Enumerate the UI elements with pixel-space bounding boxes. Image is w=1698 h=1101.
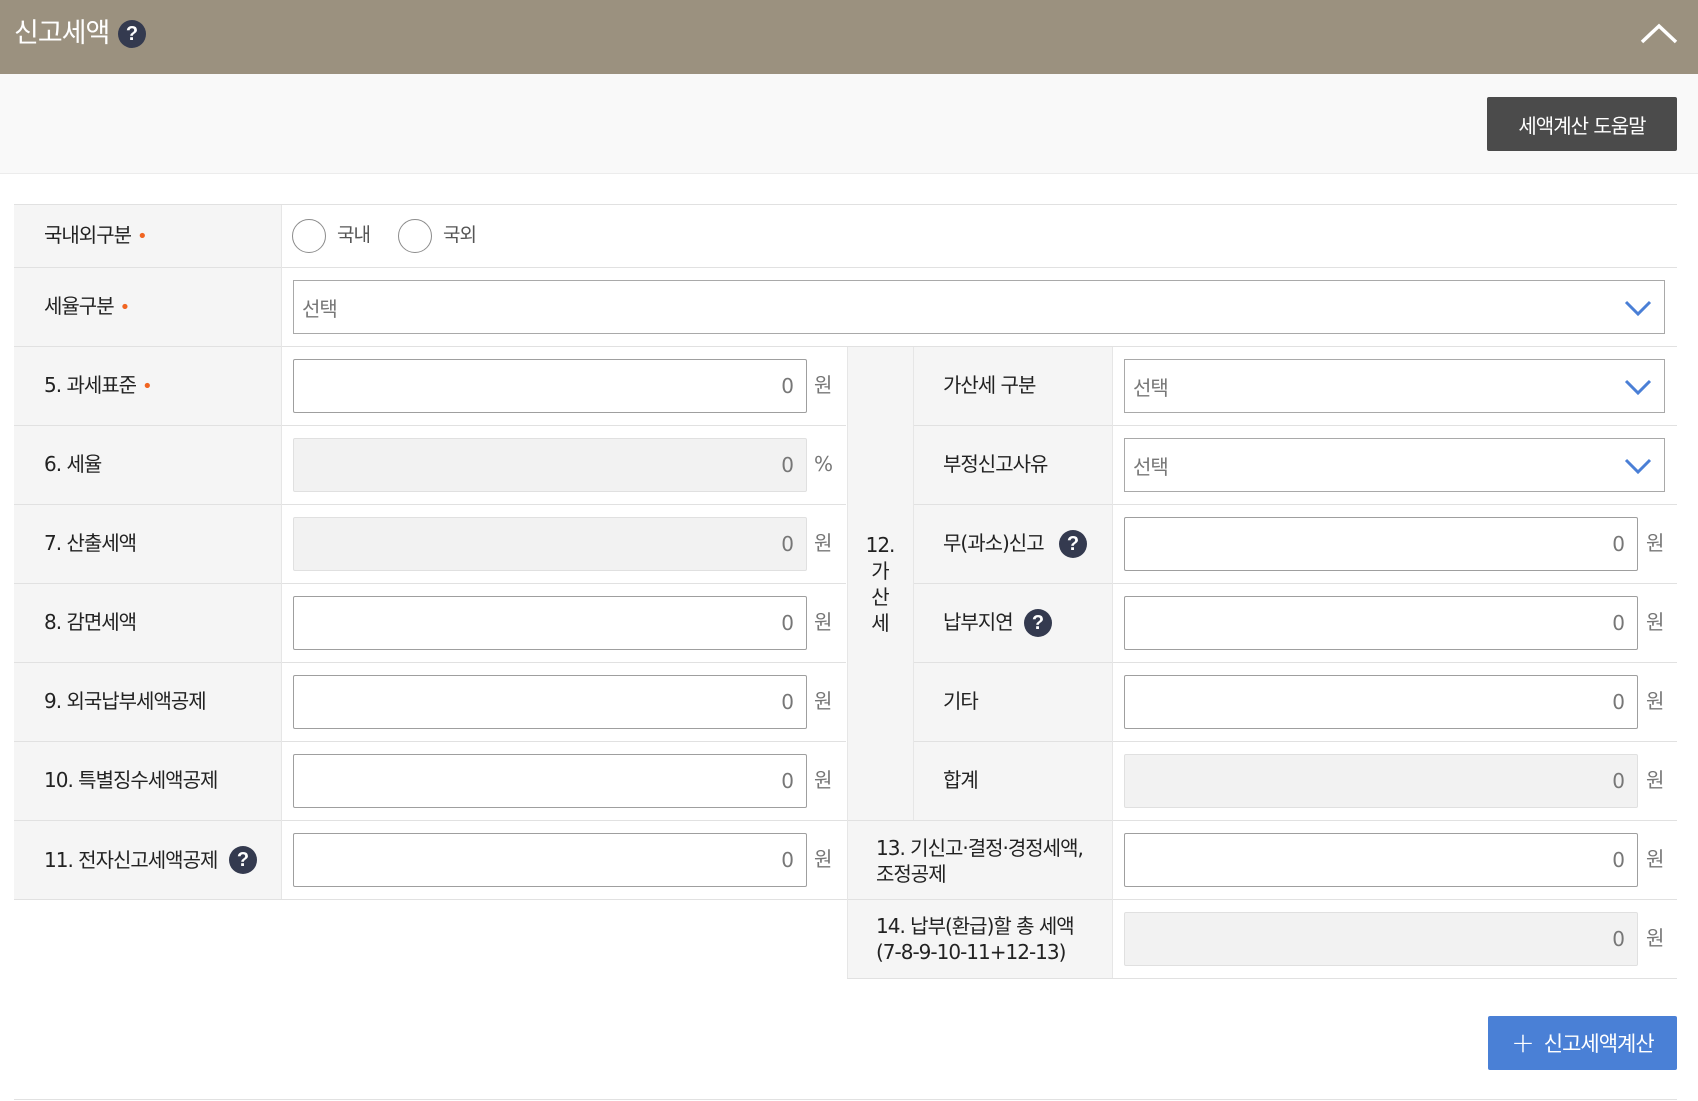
- row13-label: 13. 기신고·결정·경정세액, 조정공제: [876, 835, 1084, 887]
- penalty-group-label-line: 가: [871, 559, 889, 583]
- row8-label: 8. 감면세액: [44, 610, 137, 634]
- column-divider: [913, 347, 914, 820]
- row-divider: [847, 978, 1677, 979]
- prior-tax-input[interactable]: 0: [1124, 833, 1638, 887]
- other-penalty-label: 기타: [943, 689, 979, 713]
- row14-label-line1: 14. 납부(환급)할 총 세액: [876, 914, 1075, 938]
- calculate-tax-button[interactable]: + 신고세액계산: [1488, 1016, 1677, 1070]
- column-divider: [281, 205, 282, 899]
- radio-domestic-label[interactable]: 국내: [337, 222, 371, 248]
- row-divider: [14, 741, 846, 742]
- under-report-label: 무(과소)신고: [943, 531, 1045, 555]
- tax-rate-type-select[interactable]: 선택: [293, 280, 1665, 334]
- row-divider: [14, 899, 1677, 900]
- bottom-divider: [14, 1099, 1677, 1100]
- radio-foreign-label[interactable]: 국외: [443, 222, 477, 248]
- row-divider: [913, 662, 1677, 663]
- row-divider: [14, 583, 846, 584]
- tax-base-input[interactable]: 0: [293, 359, 807, 413]
- chevron-down-icon: [1624, 300, 1652, 317]
- tax-rate-input: 0: [293, 438, 807, 492]
- other-penalty-unit: 원: [1646, 689, 1665, 713]
- late-payment-unit: 원: [1646, 610, 1665, 634]
- column-divider: [1112, 347, 1113, 978]
- column-divider: [847, 347, 848, 978]
- row-divider: [14, 267, 1677, 268]
- tax-rate-type-label: 세율구분 •: [44, 293, 131, 321]
- special-withholding-input[interactable]: 0: [293, 754, 807, 808]
- tax-reduction-input[interactable]: 0: [293, 596, 807, 650]
- row-divider: [913, 741, 1677, 742]
- row14-label-line2: (7-8-9-10-11+12-13): [876, 940, 1066, 964]
- row-divider: [14, 346, 1677, 347]
- chevron-down-icon: [1624, 379, 1652, 396]
- row10-label: 10. 특별징수세액공제: [44, 768, 218, 792]
- e-filing-credit-input[interactable]: 0: [293, 833, 807, 887]
- required-mark: •: [119, 297, 131, 318]
- row13-label-line1: 13. 기신고·결정·경정세액,: [876, 836, 1084, 860]
- penalty-group-label-line: 산: [871, 585, 889, 609]
- help-icon[interactable]: ?: [1024, 609, 1052, 637]
- penalty-group-label-line: 세: [871, 611, 889, 635]
- fraud-reason-value: 선택: [1133, 455, 1169, 479]
- calculate-tax-label: 신고세액계산: [1543, 1032, 1655, 1056]
- penalty-type-label: 가산세 구분: [943, 373, 1036, 397]
- help-icon[interactable]: ?: [229, 846, 257, 874]
- late-payment-label: 납부지연: [943, 610, 1014, 634]
- under-report-input[interactable]: 0: [1124, 517, 1638, 571]
- penalty-total-label: 합계: [943, 768, 979, 792]
- domestic-label: 국내외구분 •: [44, 222, 148, 250]
- late-payment-input[interactable]: 0: [1124, 596, 1638, 650]
- total-tax-input: 0: [1124, 912, 1638, 966]
- foreign-tax-credit-unit: 원: [814, 689, 833, 713]
- tax-rate-unit: %: [814, 452, 834, 476]
- penalty-group-label: 12. 가 산 세: [865, 532, 896, 636]
- fraud-reason-label: 부정신고사유: [943, 452, 1048, 476]
- row-divider: [14, 425, 846, 426]
- row11-label: 11. 전자신고세액공제: [44, 848, 218, 872]
- domestic-label-text: 국내외구분: [44, 223, 132, 247]
- tax-rate-type-value: 선택: [302, 297, 338, 321]
- under-report-unit: 원: [1646, 531, 1665, 555]
- e-filing-credit-unit: 원: [814, 847, 833, 871]
- penalty-type-value: 선택: [1133, 376, 1169, 400]
- plus-icon: +: [1511, 1026, 1534, 1059]
- tax-rate-type-label-text: 세율구분: [44, 294, 115, 318]
- row5-label: 5. 과세표준 •: [44, 372, 153, 400]
- required-mark: •: [142, 376, 153, 397]
- radio-foreign[interactable]: [398, 219, 432, 253]
- help-icon[interactable]: ?: [1059, 530, 1087, 558]
- penalty-type-select[interactable]: 선택: [1124, 359, 1665, 413]
- tax-base-unit: 원: [814, 373, 833, 397]
- penalty-group-label-line: 12.: [865, 533, 896, 557]
- total-tax-unit: 원: [1646, 926, 1665, 950]
- row-divider: [913, 425, 1677, 426]
- special-withholding-unit: 원: [814, 768, 833, 792]
- row-divider: [14, 820, 1677, 821]
- row7-label: 7. 산출세액: [44, 531, 137, 555]
- row5-label-text: 5. 과세표준: [44, 373, 137, 397]
- row-divider: [913, 504, 1677, 505]
- prior-tax-unit: 원: [1646, 847, 1665, 871]
- tax-reduction-unit: 원: [814, 610, 833, 634]
- computed-tax-unit: 원: [814, 531, 833, 555]
- row-divider: [14, 662, 846, 663]
- row-divider: [14, 204, 1677, 205]
- chevron-down-icon: [1624, 458, 1652, 475]
- other-penalty-input[interactable]: 0: [1124, 675, 1638, 729]
- row14-label: 14. 납부(환급)할 총 세액 (7-8-9-10-11+12-13): [876, 913, 1075, 965]
- row13-label-line2: 조정공제: [876, 862, 947, 886]
- penalty-total-input: 0: [1124, 754, 1638, 808]
- tax-form: 국내외구분 • 국내 국외 세율구분 • 선택 5. 과세표준 • 0 원 6. 세율…: [0, 0, 1698, 1101]
- penalty-total-unit: 원: [1646, 768, 1665, 792]
- row-divider: [14, 504, 846, 505]
- foreign-tax-credit-input[interactable]: 0: [293, 675, 807, 729]
- radio-domestic[interactable]: [292, 219, 326, 253]
- row-divider: [913, 583, 1677, 584]
- row6-label: 6. 세율: [44, 452, 102, 476]
- computed-tax-input: 0: [293, 517, 807, 571]
- fraud-reason-select[interactable]: 선택: [1124, 438, 1665, 492]
- row9-label: 9. 외국납부세액공제: [44, 689, 207, 713]
- required-mark: •: [137, 226, 148, 247]
